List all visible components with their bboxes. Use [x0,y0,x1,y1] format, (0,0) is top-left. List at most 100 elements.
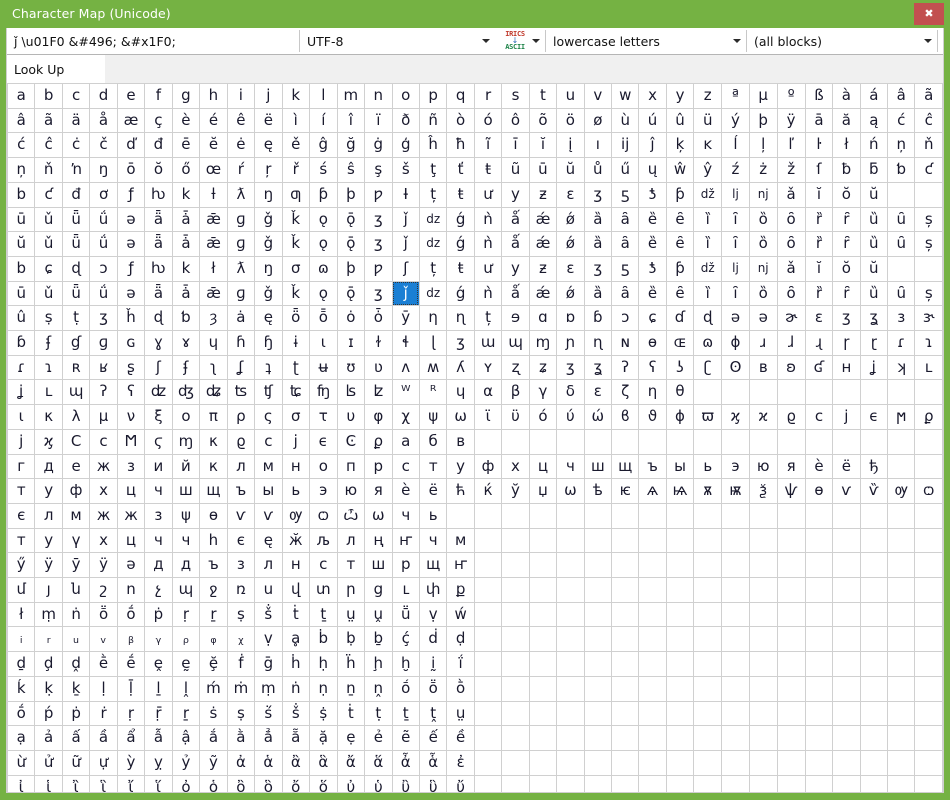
character-cell[interactable]: ʤ [172,379,201,406]
character-cell[interactable]: ɪ [337,330,366,356]
character-cell[interactable]: ᵦ [117,626,146,653]
character-cell[interactable] [721,602,750,628]
character-cell[interactable] [749,503,778,529]
character-cell[interactable]: ʐ [501,355,530,381]
character-cell[interactable] [556,552,585,579]
character-cell[interactable]: ϐ [611,404,640,430]
character-cell[interactable]: œ [199,157,228,183]
character-cell[interactable]: ť [446,157,475,183]
character-cell[interactable]: ɬ [392,330,420,356]
character-cell[interactable]: ź [721,157,750,183]
character-cell[interactable] [805,725,834,751]
character-cell[interactable]: ḛ [172,651,201,677]
character-cell[interactable]: ǡ [172,207,201,233]
character-cell[interactable] [777,775,806,792]
character-cell[interactable]: ɿ [914,330,943,356]
character-cell[interactable]: у [446,454,475,480]
character-cell[interactable]: õ [529,108,558,134]
character-cell[interactable] [749,651,778,677]
character-cell[interactable]: є [7,503,36,529]
character-cell[interactable]: ƒ [117,182,146,208]
character-cell[interactable]: ѵ [254,503,283,529]
character-cell[interactable]: č [89,132,118,159]
character-cell[interactable]: ɺ [777,330,806,356]
character-cell[interactable]: x [638,83,667,109]
character-cell[interactable] [666,577,695,603]
character-cell[interactable]: β [501,379,530,406]
character-cell[interactable]: ḹ [117,676,146,702]
character-cell[interactable]: ú [638,108,667,134]
character-cell[interactable]: ƕ [144,182,173,208]
character-cell[interactable] [721,725,750,751]
character-cell[interactable] [474,626,503,653]
character-cell[interactable] [860,626,889,653]
character-cell[interactable]: э [721,454,750,480]
character-cell[interactable]: ɘ [501,305,530,332]
character-cell[interactable] [914,701,943,727]
character-cell[interactable]: ɚ [777,305,806,332]
character-cell[interactable] [805,651,834,677]
character-cell[interactable] [501,626,530,653]
character-cell[interactable]: ƥ [666,182,695,208]
character-cell[interactable]: ʔ [89,379,118,406]
character-cell[interactable]: ử [34,750,63,776]
character-cell[interactable]: ʣ [144,379,173,406]
character-cell[interactable] [887,552,916,579]
character-cell[interactable]: ȋ [721,207,750,233]
character-cell[interactable]: ṍ [392,676,420,702]
character-cell[interactable]: ȇ [666,207,695,233]
character-cell[interactable]: ʒ [584,182,613,208]
character-cell[interactable] [721,701,750,727]
character-cell[interactable]: ṭ [62,305,91,332]
character-cell[interactable] [584,602,613,628]
character-cell[interactable]: ʓ [860,305,889,332]
character-cell[interactable]: đ [144,132,173,159]
character-cell[interactable]: т [7,478,36,504]
character-cell-selected[interactable]: ǰ [392,281,420,307]
character-cell[interactable]: w [611,83,640,109]
character-cell[interactable]: q [446,83,475,109]
character-cell[interactable]: ǫ [309,231,338,257]
character-cell[interactable]: ȃ [611,281,640,307]
character-cell[interactable]: ṏ [419,676,448,702]
character-cell[interactable]: з [227,552,256,579]
character-cell[interactable]: ψ [419,404,448,430]
character-cell[interactable] [529,577,558,603]
character-cell[interactable]: ӂ [282,528,310,554]
character-cell[interactable] [446,503,475,529]
character-cell[interactable] [887,651,916,677]
character-cell[interactable]: ţ [419,157,448,183]
character-cell[interactable]: ə [117,281,146,307]
character-grid-area[interactable]: abcdefghijklmnopqrstuvwxyzªµºßàáâãâãäåæç… [7,83,943,792]
character-cell[interactable]: ӯ [62,552,91,579]
character-cell[interactable]: i [227,83,256,109]
character-cell[interactable]: ɡ [227,281,256,307]
character-cell[interactable]: ш [364,552,393,579]
character-cell[interactable]: d [89,83,118,109]
character-cell[interactable]: ƾ [638,256,667,282]
character-cell[interactable]: ç [144,108,173,134]
character-cell[interactable]: ȗ [887,281,916,307]
character-cell[interactable] [638,651,667,677]
character-cell[interactable]: ẫ [144,725,173,751]
character-cell[interactable]: σ [282,256,310,282]
character-cell[interactable]: ʪ [337,379,366,406]
character-cell[interactable] [721,379,750,406]
character-cell[interactable] [777,379,806,406]
character-cell[interactable]: ȓ [832,281,861,307]
character-cell[interactable]: ἁ [254,750,283,776]
character-cell[interactable]: ϑ [638,404,667,430]
character-cell[interactable]: ὑ [364,775,393,792]
character-cell[interactable]: б [419,429,448,455]
character-cell[interactable]: ч [144,478,173,504]
character-cell[interactable]: º [777,83,806,109]
character-cell[interactable]: ǭ [337,231,366,257]
character-cell[interactable]: nj [749,256,778,282]
character-cell[interactable]: ʏ [474,355,503,381]
character-cell[interactable]: ȋ [721,281,750,307]
character-cell[interactable] [693,626,723,653]
character-cell[interactable]: ѵ [832,478,861,504]
character-cell[interactable]: ἲ [62,775,91,792]
character-cell[interactable]: e [117,83,146,109]
character-cell[interactable] [777,429,806,455]
